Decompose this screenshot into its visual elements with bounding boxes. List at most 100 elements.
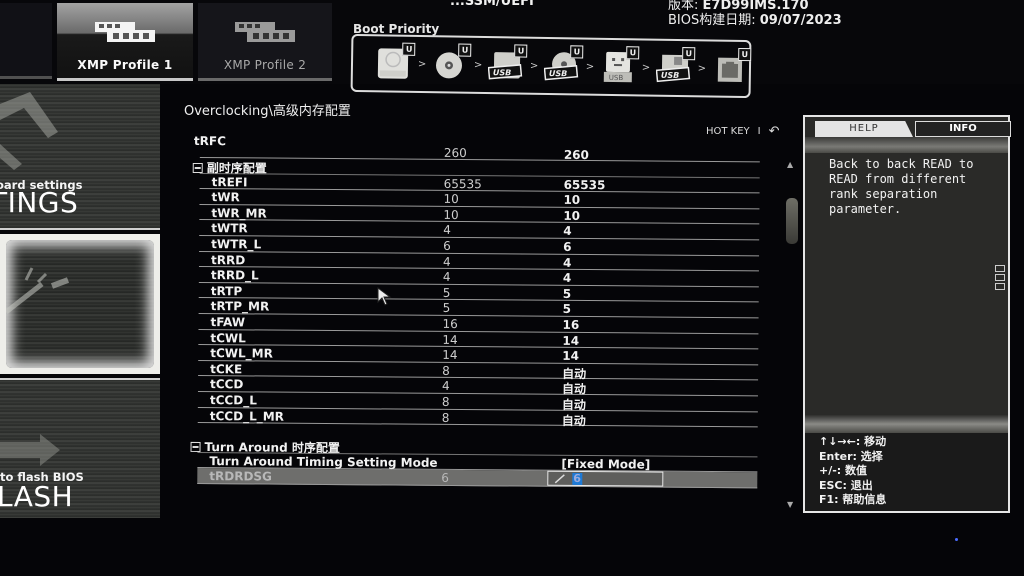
- mouse-cursor-icon: [377, 287, 392, 306]
- left-stub-tab[interactable]: [0, 3, 52, 79]
- collapse-icon[interactable]: [192, 162, 203, 174]
- setting-name: tRDRDSG: [209, 469, 273, 484]
- setting-name: tWR: [211, 190, 240, 205]
- hotkey-button[interactable]: HOT KEY: [706, 126, 750, 137]
- oc-panel-bg: [6, 240, 154, 368]
- setting-value[interactable]: 10: [563, 193, 580, 207]
- setting-value[interactable]: 65535: [564, 177, 606, 191]
- setting-name: tCCD_L_MR: [209, 408, 284, 424]
- svg-text:USB: USB: [609, 74, 624, 82]
- boot-device-usb-key[interactable]: USB U: [599, 46, 640, 87]
- boot-separator: >: [473, 59, 483, 71]
- setting-value[interactable]: 4: [563, 271, 571, 285]
- setting-row-trdrdsg[interactable]: tRDRDSG 6 6: [197, 468, 758, 489]
- setting-default: 6: [441, 471, 449, 486]
- setting-default: 8: [441, 394, 450, 409]
- settings-list: tRFC 260 260 副时序配置 tREFI 65535 65535 tWR 10 1…: [190, 133, 760, 489]
- setting-default: 5: [442, 301, 451, 316]
- setting-default: 4: [442, 270, 451, 285]
- value-edit-input[interactable]: 6: [547, 471, 664, 487]
- boot-separator: >: [697, 62, 707, 74]
- edit-value: 6: [572, 471, 583, 485]
- setting-name: tCCD_L: [209, 392, 257, 408]
- uefi-badge: U: [682, 47, 696, 61]
- uefi-badge: U: [514, 44, 528, 58]
- xmp-profile-1-label: XMP Profile 1: [77, 58, 173, 72]
- setting-name: tRTP: [210, 283, 243, 299]
- setting-default: 8: [441, 410, 450, 425]
- setting-default: 65535: [443, 176, 482, 191]
- setting-default: 4: [443, 223, 451, 238]
- uefi-badge: U: [570, 45, 584, 59]
- setting-name: tWTR: [211, 221, 248, 236]
- setting-value[interactable]: 4: [563, 255, 571, 269]
- uefi-badge: U: [738, 47, 752, 62]
- help-collapse-handle[interactable]: [805, 137, 1008, 153]
- tab-help[interactable]: HELP: [815, 121, 913, 137]
- setting-value[interactable]: 4: [563, 224, 571, 238]
- breadcrumb: Overclocking\高级内存配置: [184, 104, 351, 119]
- section-sub-timing-rows: tREFI 65535 65535 tWR 10 10 tWR_MR 10 10 tWTR 4 4 tW…: [197, 173, 760, 428]
- setting-value[interactable]: 6: [563, 240, 571, 254]
- oc-panel[interactable]: [0, 234, 160, 374]
- setting-default: 4: [441, 379, 450, 394]
- ram-icon: [95, 22, 155, 42]
- main-content: Overclocking\高级内存配置 HOT KEY I ↶ tRFC 260…: [170, 96, 810, 516]
- boot-device-hdd[interactable]: U: [375, 42, 416, 83]
- key-hint-enter: Enter: 选择: [819, 449, 883, 463]
- xmp-profile-1-tab[interactable]: XMP Profile 1: [57, 3, 193, 81]
- side-tab[interactable]: [995, 274, 1005, 281]
- key-hint-value: +/-: 数值: [819, 464, 868, 477]
- setting-default: 260: [443, 145, 467, 161]
- boot-device-usb-floppy[interactable]: USB U: [654, 47, 696, 88]
- side-tab[interactable]: [995, 265, 1005, 272]
- mflash-panel[interactable]: to flash BIOS LASH: [0, 378, 160, 518]
- setting-value[interactable]: 16: [562, 318, 579, 332]
- boot-device-network[interactable]: U: [710, 47, 752, 89]
- speedometer-icon: [6, 267, 70, 314]
- setting-value[interactable]: [Fixed Mode]: [561, 457, 650, 472]
- xmp-profile-2-tab[interactable]: XMP Profile 2: [198, 3, 332, 81]
- setting-default: 8: [442, 363, 450, 378]
- bios-date-value: 09/07/2023: [759, 13, 842, 28]
- bios-date-label: BIOS构建日期:: [668, 13, 756, 28]
- settings-title: TINGS: [0, 186, 79, 219]
- setting-name: tRRD: [210, 252, 246, 267]
- setting-value[interactable]: 14: [562, 349, 579, 363]
- setting-name: tCCD: [209, 377, 244, 392]
- setting-name: tRFC: [193, 133, 226, 149]
- setting-value[interactable]: 5: [563, 302, 571, 316]
- boot-separator: >: [585, 61, 595, 73]
- setting-value[interactable]: 10: [563, 209, 580, 223]
- setting-default: 5: [442, 285, 451, 300]
- side-tab[interactable]: [995, 283, 1005, 290]
- top-bar: XMP Profile 1 XMP Profile 2 ...SSM/UEFI …: [0, 0, 1024, 99]
- help-panel: HELP INFO Back to back READ to READ from…: [803, 115, 1011, 513]
- setting-default: 16: [442, 316, 458, 331]
- setting-value[interactable]: 14: [562, 333, 579, 347]
- scroll-thumb[interactable]: [786, 198, 798, 244]
- uefi-badge: U: [458, 43, 472, 57]
- setting-value[interactable]: 自动: [562, 411, 586, 428]
- scrollbar[interactable]: ▲ ▼: [784, 156, 798, 516]
- key-hint-move: ↑↓→←: 移动: [819, 435, 887, 448]
- back-icon[interactable]: ↶: [769, 124, 780, 139]
- collapse-icon[interactable]: [190, 442, 201, 453]
- help-expand-handle[interactable]: [805, 415, 1008, 433]
- boot-device-usb-optical[interactable]: USB U: [543, 45, 584, 86]
- boot-device-optical[interactable]: U: [431, 43, 472, 84]
- setting-name: tWR_MR: [211, 205, 267, 221]
- help-description: Back to back READ to READ from different…: [829, 157, 974, 216]
- setting-name: tCWL_MR: [210, 346, 273, 361]
- tab-info[interactable]: INFO: [915, 121, 1011, 137]
- setting-value[interactable]: 5: [563, 287, 571, 301]
- boot-separator: >: [529, 60, 539, 72]
- scroll-down-icon[interactable]: ▼: [787, 500, 793, 509]
- scroll-up-icon[interactable]: ▲: [787, 160, 793, 169]
- boot-priority-bar: U > U > USB U > USB U > USB U > USB U > …: [350, 33, 752, 99]
- boot-device-usb-hdd[interactable]: USB U: [487, 44, 528, 85]
- side-panel-tabs[interactable]: [995, 265, 1007, 292]
- ram-icon: [235, 22, 295, 42]
- settings-panel[interactable]: oard settings TINGS: [0, 84, 160, 230]
- hotkey-bar: HOT KEY I ↶: [706, 124, 780, 139]
